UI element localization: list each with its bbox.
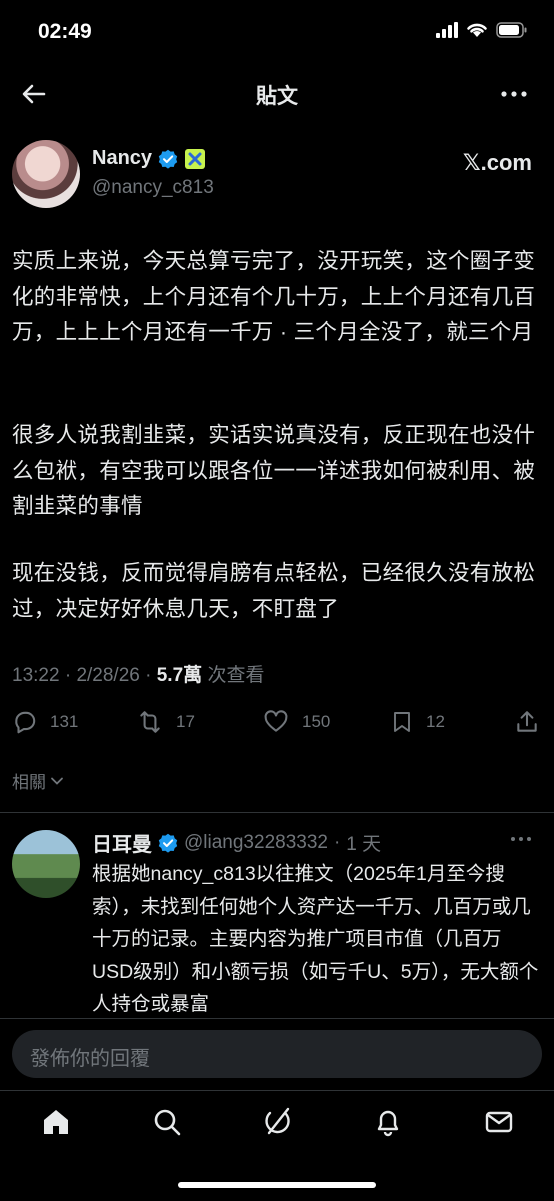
repost-count: 17 [176, 712, 195, 731]
home-indicator [178, 1182, 376, 1188]
author-name[interactable]: Nancy [92, 147, 152, 170]
post-views-count: 5.7萬 [156, 665, 203, 686]
post-time[interactable]: 13:22 [12, 665, 60, 686]
more-dots-icon [501, 91, 527, 97]
post-date[interactable]: 2/28/26 [76, 665, 139, 686]
mail-icon [485, 1111, 513, 1133]
bookmark-count: 12 [426, 712, 445, 731]
author-name-row: Nancy [92, 147, 206, 170]
reply-header: 日耳曼 @liang32283332 · 1 天 [92, 828, 381, 857]
page-title: 貼文 [256, 85, 298, 108]
post-meta: 13:22 · 2/28/26 · 5.7萬 次查看 [12, 665, 265, 686]
author-handle[interactable]: @nancy_c813 [92, 177, 214, 199]
post-actions: 131 17 150 12 [12, 704, 542, 740]
home-icon [44, 1110, 68, 1134]
bookmark-icon [394, 712, 410, 732]
nav-messages[interactable] [483, 1106, 515, 1138]
more-options-button[interactable] [500, 84, 528, 109]
status-icons [436, 22, 528, 38]
nav-search[interactable] [151, 1106, 183, 1138]
repost-button[interactable]: 17 [136, 704, 195, 740]
x-com-logo: 𝕏.com [462, 150, 532, 175]
battery-icon [496, 22, 527, 38]
verified-badge-icon [158, 833, 178, 853]
repost-icon [140, 711, 160, 733]
bell-icon [377, 1110, 399, 1137]
share-icon [517, 711, 537, 732]
signal-icon [436, 22, 458, 38]
reply-button[interactable]: 131 [12, 704, 78, 740]
reply-icon [15, 711, 36, 734]
verified-badge-icon [158, 149, 178, 169]
reply-count: 131 [50, 712, 79, 731]
grok-icon [265, 1107, 290, 1135]
heart-icon [264, 710, 288, 732]
post-paragraph-2: 很多人说我割韭菜，实话实说真没有，反正现在也没什么包袱，有空我可以跟各位一一详述… [12, 423, 536, 518]
author-avatar[interactable] [12, 140, 80, 208]
divider [0, 812, 554, 813]
composer-placeholder: 發佈你的回覆 [30, 1048, 150, 1070]
post-views-label: 次查看 [207, 665, 265, 686]
reply-text: 根据她nancy_c813以往推文（2025年1月至今搜索），未找到任何她个人资… [92, 863, 539, 1015]
post-paragraph-3: 现在没钱，反而觉得肩膀有点轻松，已经很久没有放松过，决定好好休息几天，不盯盘了 [12, 561, 536, 621]
wifi-icon [467, 23, 487, 37]
related-toggle[interactable]: 相關 [12, 768, 64, 793]
share-button[interactable] [514, 704, 540, 740]
nav-notifications[interactable] [372, 1106, 404, 1138]
like-button[interactable]: 150 [262, 704, 330, 740]
search-icon [154, 1109, 181, 1136]
chevron-down-icon [51, 777, 63, 785]
nav-grok[interactable] [261, 1106, 293, 1138]
reply-avatar[interactable] [12, 830, 80, 898]
status-time: 02:49 [38, 20, 92, 43]
like-count: 150 [302, 712, 331, 731]
nav-home[interactable] [40, 1106, 72, 1138]
reply-more-button[interactable] [510, 832, 532, 851]
reply-separator: · [333, 831, 341, 853]
reply-age[interactable]: 1 天 [346, 829, 381, 856]
more-dots-icon [511, 837, 531, 841]
reply-author-name[interactable]: 日耳曼 [92, 828, 152, 857]
post-paragraph-1: 实质上来说，今天总算亏完了，没开玩笑，这个圈子变化的非常快，上个月还有个几十万，… [12, 249, 536, 344]
affiliate-badge-icon [185, 148, 206, 169]
related-label: 相關 [12, 773, 46, 792]
bookmark-button[interactable]: 12 [390, 704, 445, 740]
reply-author-handle[interactable]: @liang32283332 [184, 832, 328, 854]
